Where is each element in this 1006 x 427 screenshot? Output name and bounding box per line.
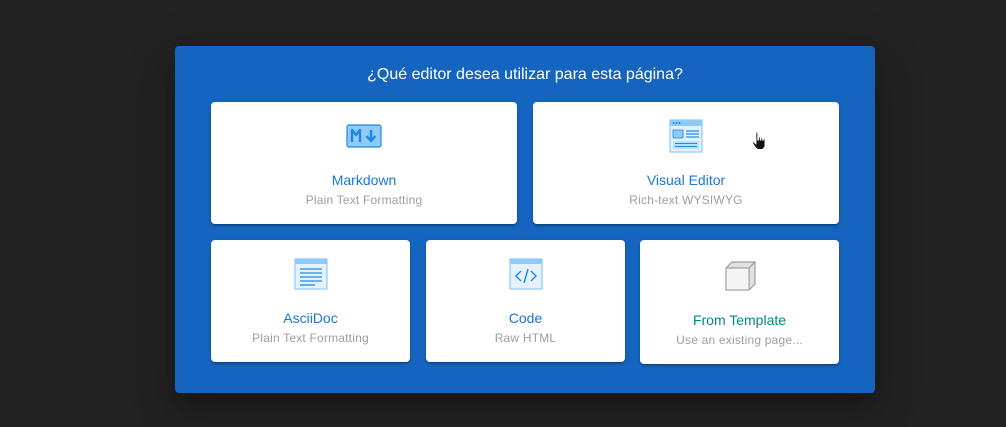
from-template-title: From Template [692, 312, 787, 328]
visual-editor-card[interactable]: Visual Editor Rich-text WYSIWYG [533, 102, 839, 224]
visual-editor-title: Visual Editor [646, 172, 726, 188]
markdown-subtitle: Plain Text Formatting [305, 193, 423, 207]
asciidoc-title: AsciiDoc [283, 310, 338, 326]
hand-cursor-icon [751, 131, 767, 151]
asciidoc-editor-card[interactable]: AsciiDoc Plain Text Formatting [211, 240, 410, 362]
markdown-title: Markdown [331, 172, 397, 188]
from-template-card[interactable]: From Template Use an existing page... [640, 240, 839, 364]
code-window-icon [508, 256, 544, 292]
code-subtitle: Raw HTML [494, 331, 557, 345]
from-template-subtitle: Use an existing page... [676, 333, 803, 347]
asciidoc-subtitle: Plain Text Formatting [252, 331, 369, 345]
code-editor-card[interactable]: Code Raw HTML [426, 240, 625, 362]
visual-editor-subtitle: Rich-text WYSIWYG [629, 193, 743, 207]
editor-selection-dialog: ¿Qué editor desea utilizar para esta pág… [175, 46, 875, 393]
cube-icon [722, 258, 758, 294]
web-page-icon [668, 118, 704, 154]
markdown-icon [346, 118, 382, 154]
markdown-editor-card[interactable]: Markdown Plain Text Formatting [211, 102, 517, 224]
code-title: Code [508, 310, 543, 326]
document-window-icon [293, 256, 329, 292]
dialog-title: ¿Qué editor desea utilizar para esta pág… [367, 66, 683, 83]
